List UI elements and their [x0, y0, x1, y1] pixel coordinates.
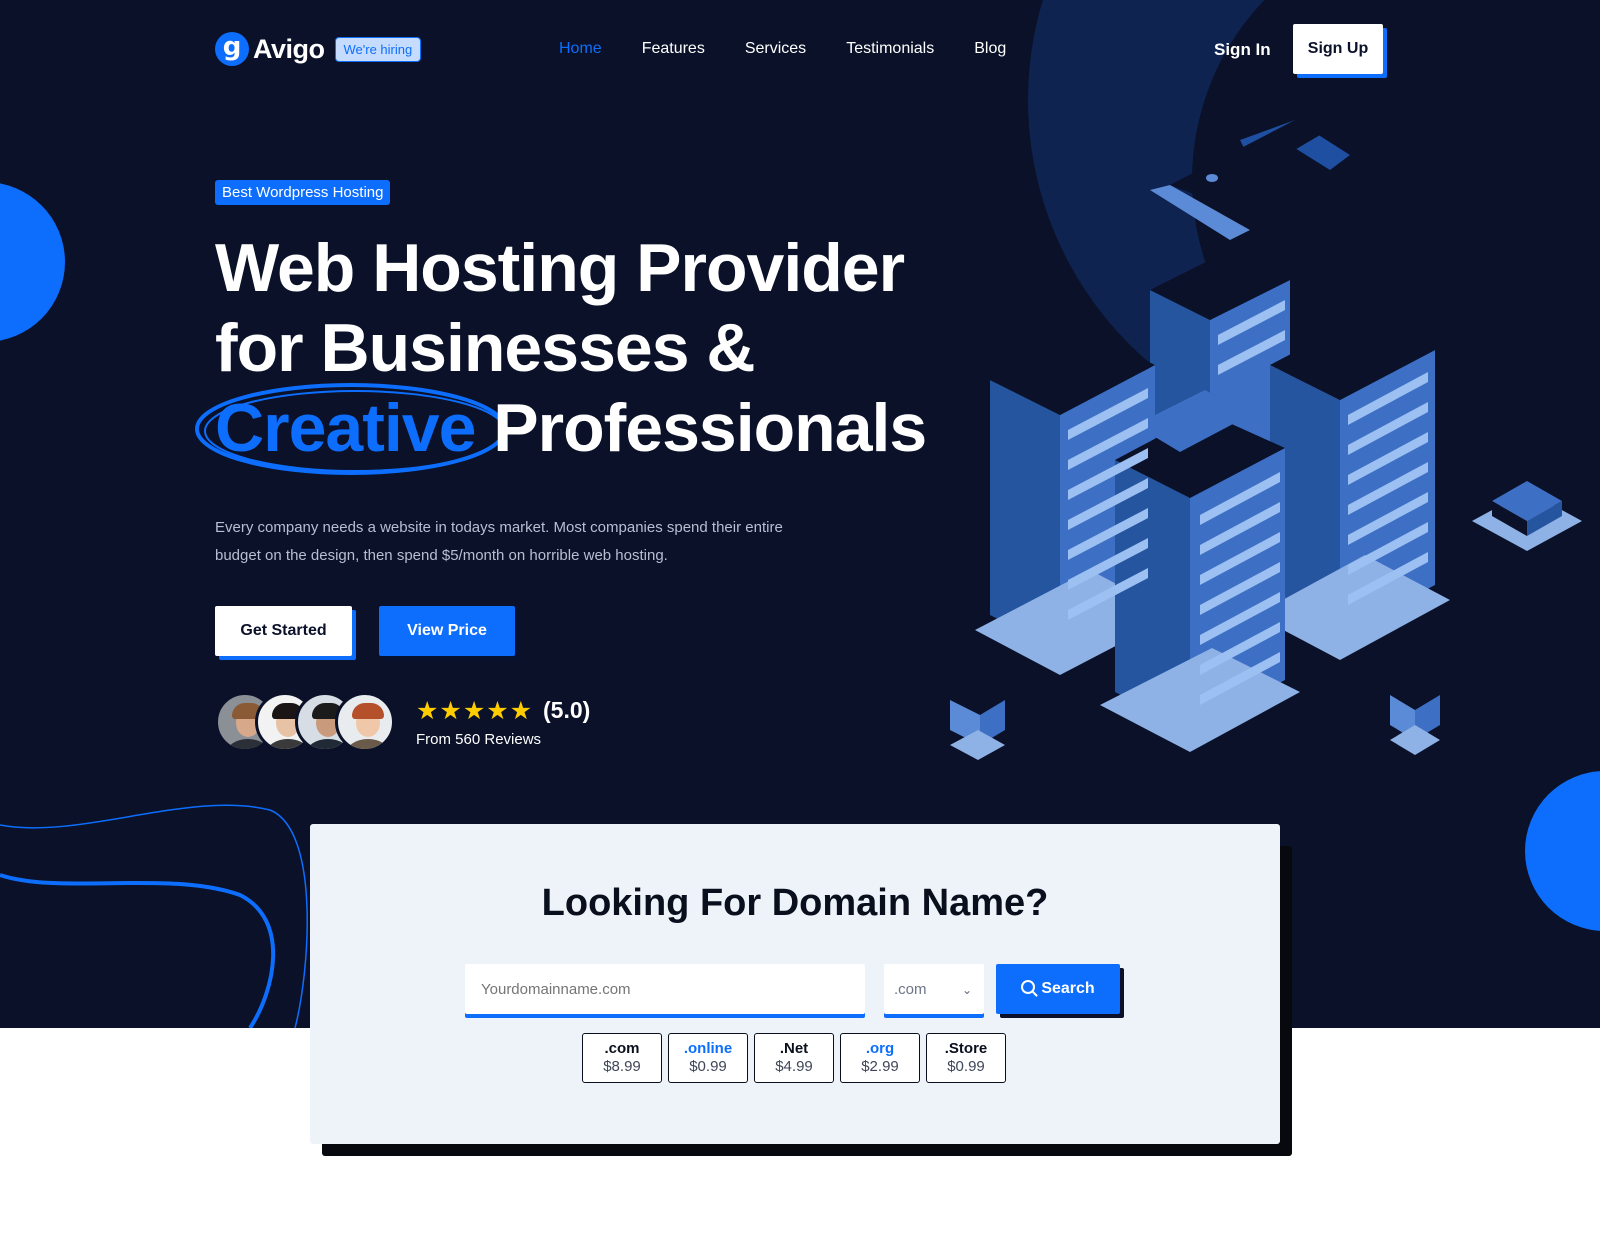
- nav-blog[interactable]: Blog: [974, 40, 1006, 58]
- tld-price: $2.99: [861, 1058, 899, 1075]
- search-icon: [1021, 980, 1036, 994]
- tld-select-value: .com: [894, 981, 927, 998]
- server-illustration: [950, 120, 1450, 760]
- swirl-decoration: [0, 804, 308, 1028]
- get-started-button[interactable]: Get Started: [215, 606, 352, 656]
- nav-home[interactable]: Home: [559, 40, 602, 58]
- view-price-button[interactable]: View Price: [379, 606, 515, 656]
- domain-input[interactable]: [465, 964, 865, 1014]
- nav-testimonials[interactable]: Testimonials: [846, 40, 934, 58]
- tld-name: .Net: [779, 1040, 809, 1057]
- domain-title: Looking For Domain Name?: [541, 882, 1049, 924]
- reviewer-avatars: [215, 692, 395, 752]
- decor-circle-right: [1525, 771, 1600, 931]
- chevron-down-icon: ⌄: [961, 983, 972, 997]
- rating-value: (5.0): [543, 697, 591, 723]
- search-button[interactable]: Search: [996, 964, 1120, 1014]
- main-nav: Home Features Services Testimonials Blog: [559, 40, 1046, 58]
- sign-up-button[interactable]: Sign Up: [1293, 24, 1383, 74]
- tld-option[interactable]: .com $8.99: [582, 1033, 662, 1083]
- tld-option[interactable]: .online $0.99: [668, 1033, 748, 1083]
- logo[interactable]: g Avigo We're hiring: [215, 32, 422, 66]
- tld-name: .org: [865, 1040, 895, 1057]
- search-label: Search: [1041, 980, 1095, 997]
- hero-badge: Best Wordpress Hosting: [215, 180, 391, 205]
- tld-option[interactable]: .Net $4.99: [754, 1033, 834, 1083]
- hiring-badge[interactable]: We're hiring: [334, 36, 422, 62]
- logo-icon: g: [215, 32, 249, 66]
- hero-subtitle: Every company needs a website in todays …: [215, 519, 783, 564]
- nav-services[interactable]: Services: [745, 40, 806, 58]
- tld-price: $8.99: [603, 1058, 641, 1075]
- nav-features[interactable]: Features: [642, 40, 705, 58]
- decor-circle-left: [0, 182, 65, 342]
- hero-headline: Web Hosting Provider for Businesses & Cr…: [215, 228, 975, 468]
- tld-price: $0.99: [947, 1058, 985, 1075]
- avatar: [335, 692, 395, 752]
- tld-select[interactable]: .com ⌄: [884, 964, 984, 1014]
- cube-decoration: [1472, 481, 1582, 551]
- sign-in-link[interactable]: Sign In: [1214, 40, 1271, 60]
- headline-line2: for Businesses &: [215, 310, 756, 386]
- tld-name: .online: [683, 1040, 733, 1057]
- brand-name: Avigo: [253, 33, 325, 64]
- tld-name: .com: [604, 1040, 640, 1057]
- headline-line1: Web Hosting Provider: [215, 230, 905, 306]
- tld-price: $4.99: [775, 1058, 813, 1075]
- tld-price-list: .com $8.99 .online $0.99 .Net $4.99 .org…: [582, 1033, 1012, 1083]
- tld-price: $0.99: [689, 1058, 727, 1075]
- headline-line3: Professionals: [493, 390, 927, 466]
- review-count: From 560 Reviews: [416, 731, 542, 748]
- tld-option[interactable]: .Store $0.99: [926, 1033, 1006, 1083]
- tld-option[interactable]: .org $2.99: [840, 1033, 920, 1083]
- star-icon: ★★★★★: [416, 696, 534, 725]
- domain-search-card: Looking For Domain Name? .com ⌄ Search .…: [310, 824, 1280, 1144]
- tld-name: .Store: [944, 1040, 988, 1057]
- headline-highlight: Creative: [215, 390, 476, 466]
